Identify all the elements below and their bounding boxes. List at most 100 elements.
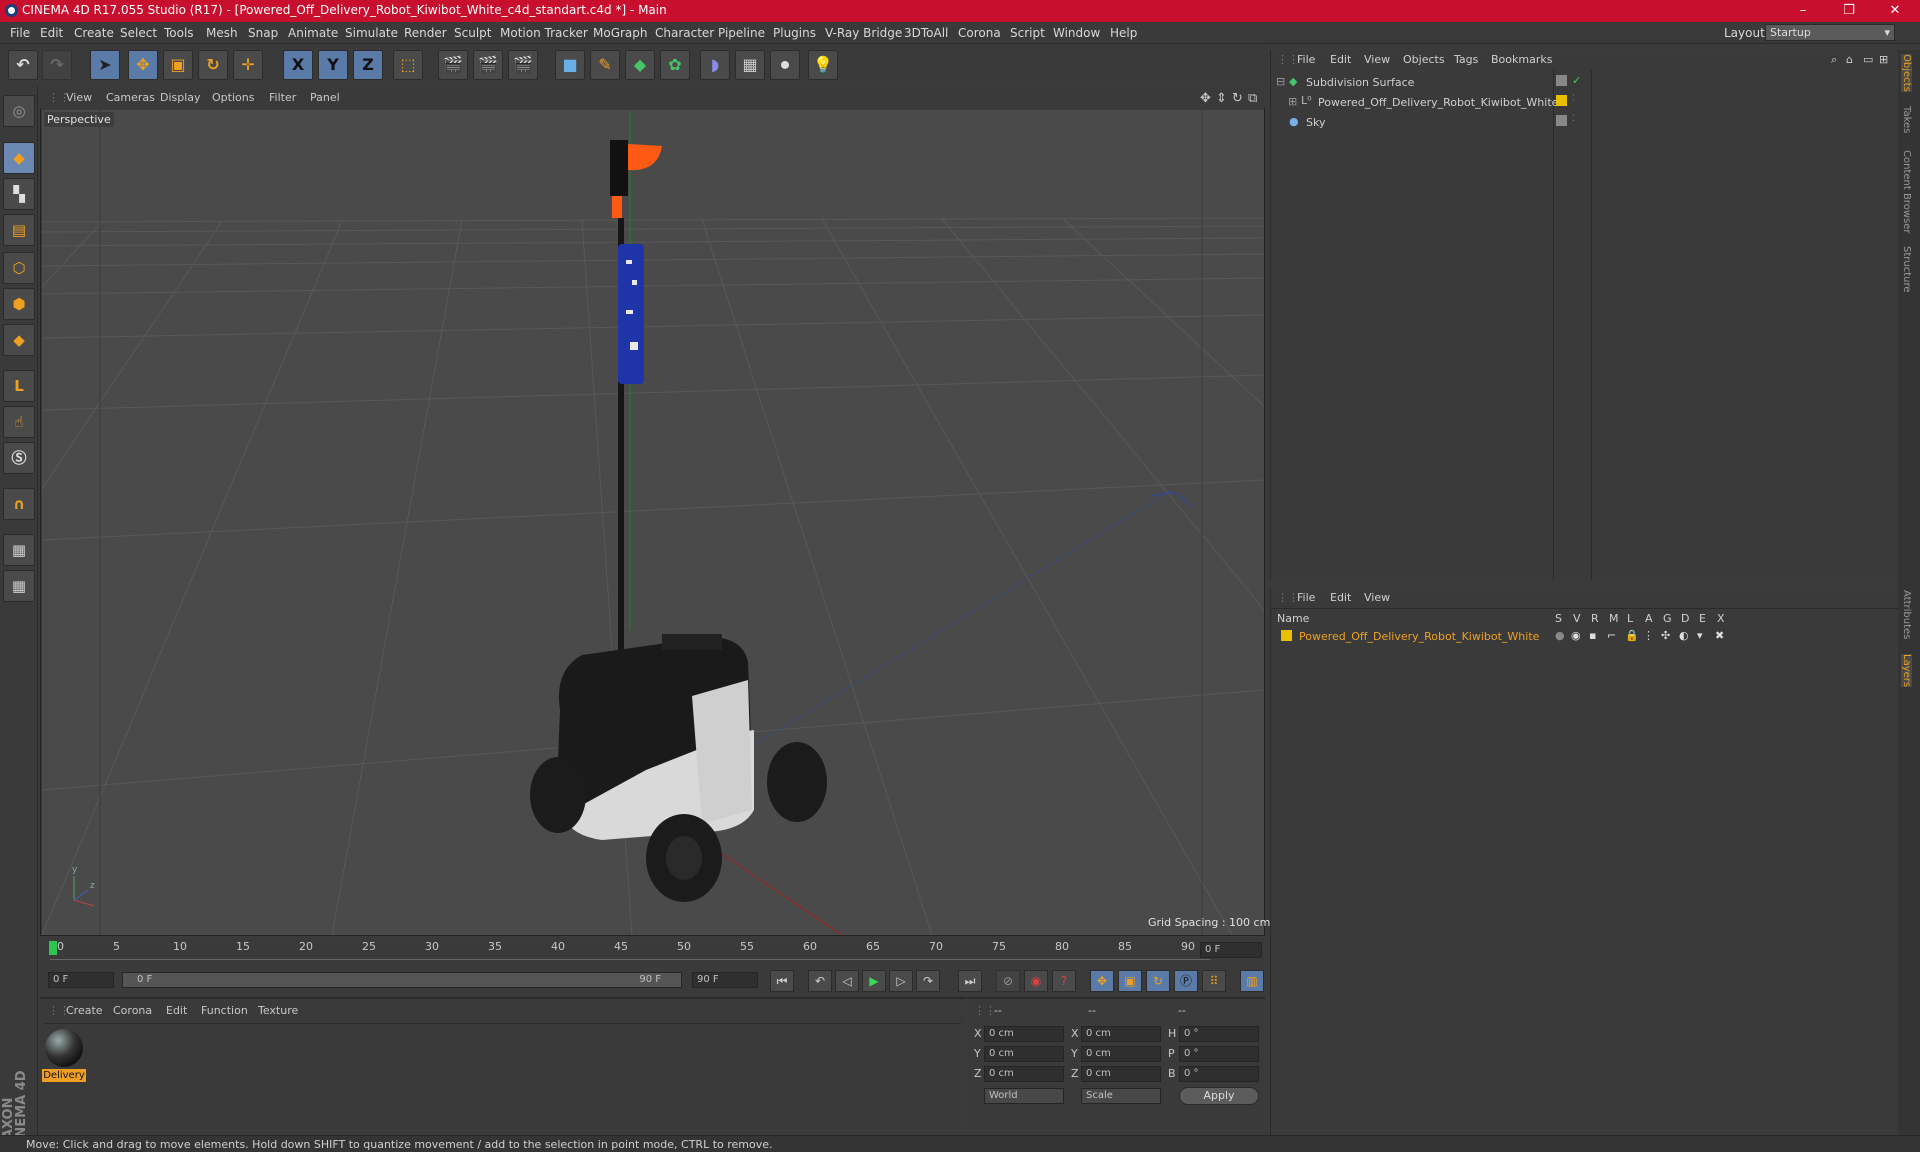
menu-script[interactable]: Script [1010, 26, 1045, 40]
tab-structure[interactable]: Structure [1901, 246, 1912, 293]
objects-menu-tags[interactable]: Tags [1454, 53, 1478, 66]
solo-dot-icon[interactable]: ● [1555, 629, 1565, 642]
previous-frame-button[interactable]: ◁ [835, 970, 859, 992]
eye-icon[interactable]: ◉ [1571, 629, 1581, 642]
render-view-button[interactable]: 🎬 [438, 50, 468, 80]
menu-mesh[interactable]: Mesh [206, 26, 238, 40]
menu-simulate[interactable]: Simulate [345, 26, 398, 40]
viewport-menu-filter[interactable]: Filter [269, 91, 296, 104]
viewport-pan-icon[interactable]: ✥ [1200, 91, 1211, 106]
play-button[interactable]: ▶ [862, 970, 886, 992]
viewport-canvas[interactable]: y z [42, 110, 1264, 935]
object-name[interactable]: Subdivision Surface [1306, 76, 1414, 89]
menu-create[interactable]: Create [74, 26, 114, 40]
tweak-mode-button[interactable]: ☝ [3, 406, 35, 438]
motion-path-button[interactable]: ⊘ [996, 970, 1020, 992]
objects-menu-edit[interactable]: Edit [1330, 53, 1351, 66]
axis-mode-button[interactable]: L [3, 370, 35, 402]
timeline-playhead[interactable] [49, 941, 57, 955]
key-point-level-button[interactable]: ⠿ [1202, 970, 1226, 992]
make-editable-button[interactable]: ◎ [3, 95, 35, 127]
record-button[interactable]: ◉ [1024, 970, 1048, 992]
menu-vray-bridge[interactable]: V-Ray Bridge [825, 26, 902, 40]
viewport-rotate-icon[interactable]: ↻ [1232, 91, 1243, 106]
expand-icon[interactable]: ⊞ [1288, 95, 1297, 108]
layer-name[interactable]: Powered_Off_Delivery_Robot_Kiwibot_White [1299, 630, 1539, 643]
next-frame-button[interactable]: ▷ [889, 970, 913, 992]
key-position-button[interactable]: ✥ [1090, 970, 1114, 992]
start-frame-field[interactable]: 0 F [48, 972, 114, 988]
viewport-menu-view[interactable]: View [66, 91, 92, 104]
lock-icon[interactable]: 🔒 [1625, 629, 1639, 642]
viewport-menu-cameras[interactable]: Cameras [106, 91, 155, 104]
position-y-field[interactable]: 0 cm [984, 1046, 1064, 1062]
menu-animate[interactable]: Animate [288, 26, 338, 40]
collapse-icon[interactable]: ⊟ [1276, 75, 1285, 88]
object-name[interactable]: Sky [1306, 116, 1325, 129]
size-z-field[interactable]: 0 cm [1081, 1066, 1161, 1082]
layer-row[interactable]: Powered_Off_Delivery_Robot_Kiwibot_White… [1271, 628, 1899, 646]
menu-file[interactable]: File [10, 26, 30, 40]
cube-object-button[interactable]: ■ [555, 50, 585, 80]
rotation-p-field[interactable]: 0 ° [1179, 1046, 1259, 1062]
object-row[interactable]: ⊞ L⁰ Powered_Off_Delivery_Robot_Kiwibot_… [1272, 94, 1575, 111]
timeline-window-button[interactable]: ▥ [1240, 970, 1264, 992]
menu-sculpt[interactable]: Sculpt [454, 26, 491, 40]
menu-motion-tracker[interactable]: Motion Tracker [500, 26, 588, 40]
viewport-maximize-icon[interactable]: ⧉ [1248, 91, 1257, 106]
menu-character[interactable]: Character [655, 26, 714, 40]
scale-tool-button[interactable]: ▣ [163, 50, 193, 80]
home-icon[interactable]: ⌂ [1846, 53, 1853, 66]
material-menu-function[interactable]: Function [201, 1004, 248, 1017]
layers-menu-file[interactable]: File [1297, 591, 1315, 604]
layers-menu-edit[interactable]: Edit [1330, 591, 1351, 604]
snap-button[interactable]: ∩ [3, 488, 35, 520]
rotation-b-field[interactable]: 0 ° [1179, 1066, 1259, 1082]
key-rotation-button[interactable]: ↻ [1146, 970, 1170, 992]
points-mode-button[interactable]: ⬡ [3, 252, 35, 284]
material-menu-edit[interactable]: Edit [166, 1004, 187, 1017]
objects-menu-file[interactable]: File [1297, 53, 1315, 66]
x-axis-button[interactable]: X [283, 50, 313, 80]
visibility-dots-icon[interactable]: ⁚ [1572, 114, 1575, 124]
menu-help[interactable]: Help [1110, 26, 1137, 40]
bookmark-icon[interactable]: ▭ [1863, 53, 1873, 66]
render-icon[interactable]: ▪ [1589, 629, 1596, 642]
layer-color-swatch[interactable] [1281, 630, 1292, 641]
visibility-dots-icon[interactable]: ⁚ [1572, 94, 1575, 104]
rotation-h-field[interactable]: 0 ° [1179, 1026, 1259, 1042]
apply-button[interactable]: Apply [1179, 1087, 1259, 1105]
generators-icon[interactable]: ✣ [1661, 629, 1670, 642]
menu-snap[interactable]: Snap [248, 26, 278, 40]
material-menu-texture[interactable]: Texture [258, 1004, 298, 1017]
size-y-field[interactable]: 0 cm [1081, 1046, 1161, 1062]
edges-mode-button[interactable]: ⬢ [3, 288, 35, 320]
coordinate-mode-select[interactable]: World [984, 1088, 1064, 1104]
viewport-menu-options[interactable]: Options [212, 91, 254, 104]
camera-object-button[interactable]: ⏺ [770, 50, 800, 80]
viewport-menu-display[interactable]: Display [160, 91, 201, 104]
redo-button[interactable]: ↷ [42, 50, 72, 80]
go-to-end-button[interactable]: ⏭ [958, 970, 982, 992]
object-row[interactable]: ● Sky ⁚ [1272, 114, 1575, 131]
objects-menu-bookmarks[interactable]: Bookmarks [1491, 53, 1552, 66]
frame-range-slider[interactable]: 0 F 90 F [122, 972, 682, 988]
z-axis-button[interactable]: Z [353, 50, 383, 80]
search-icon[interactable]: ⌕ [1831, 53, 1837, 67]
end-frame-field[interactable]: 90 F [692, 972, 758, 988]
subdivision-generator-button[interactable]: ◆ [625, 50, 655, 80]
move-tool-button[interactable]: ✥ [128, 50, 158, 80]
transform-tool-button[interactable]: ✛ [233, 50, 263, 80]
tab-layers[interactable]: Layers [1901, 654, 1912, 688]
current-frame-field[interactable]: 0 F [1200, 942, 1262, 958]
coordinate-system-button[interactable]: ⬚ [393, 50, 423, 80]
tab-objects[interactable]: Objects [1901, 54, 1912, 92]
tab-attributes[interactable]: Attributes [1901, 590, 1912, 639]
menu-edit[interactable]: Edit [40, 26, 63, 40]
manager-icon[interactable]: ⌐ [1607, 629, 1616, 642]
size-mode-select[interactable]: Scale [1081, 1088, 1161, 1104]
new-window-icon[interactable]: ⊞ [1879, 53, 1888, 66]
next-key-button[interactable]: ↷ [916, 970, 940, 992]
live-selection-button[interactable]: ➤ [90, 50, 120, 80]
timeline-ruler[interactable]: 0 5 10 15 20 25 30 35 40 45 50 55 60 65 … [40, 938, 1265, 962]
